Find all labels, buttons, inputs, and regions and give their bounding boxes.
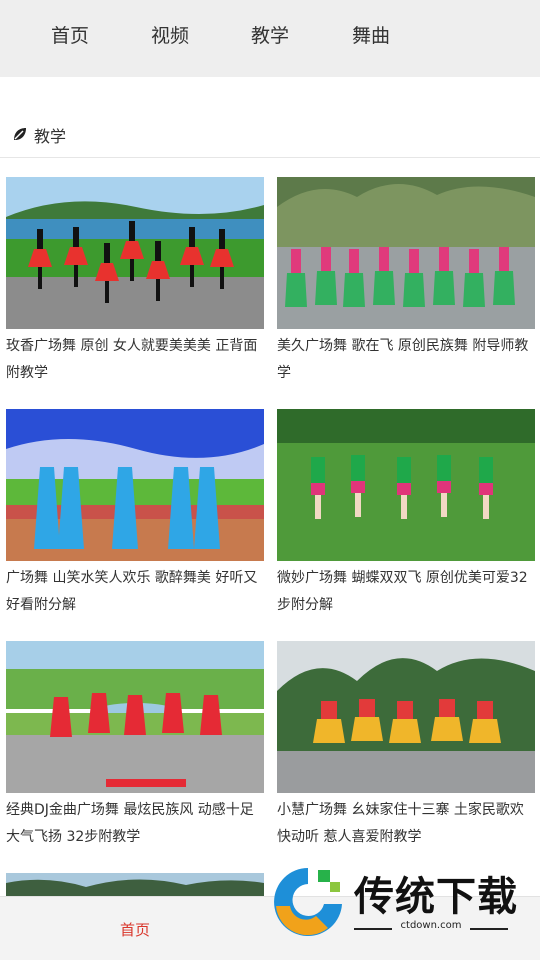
tab-video[interactable]: 视频 (151, 22, 189, 50)
video-card[interactable]: 玫香广场舞 原创 女人就要美美美 正背面附教学 (6, 177, 264, 387)
bottom-tab-home[interactable]: 首页 (120, 919, 150, 940)
video-title[interactable]: 玫香广场舞 原创 女人就要美美美 正背面附教学 (6, 333, 264, 387)
top-nav-bar: 首页 视频 教学 舞曲 (0, 0, 540, 77)
brand-logo-icon (274, 868, 342, 936)
video-title[interactable]: 小慧广场舞 幺妹家住十三寨 土家民歌欢快动听 惹人喜爱附教学 (277, 797, 535, 851)
section-title: 教学 (34, 127, 67, 146)
video-card[interactable]: 微妙广场舞 蝴蝶双双飞 原创优美可爱32步附分解 (277, 409, 535, 619)
video-title[interactable]: 微妙广场舞 蝴蝶双双飞 原创优美可爱32步附分解 (277, 565, 535, 619)
tab-music[interactable]: 舞曲 (352, 22, 390, 50)
tab-teaching[interactable]: 教学 (251, 22, 289, 50)
video-title[interactable]: 广场舞 山笑水笑人欢乐 歌醉舞美 好听又好看附分解 (6, 565, 264, 619)
watermark-brand: 传统下载 (354, 874, 518, 920)
section-header: 教学 (0, 112, 540, 158)
video-card[interactable] (6, 873, 264, 896)
video-thumbnail[interactable] (6, 177, 264, 329)
leaf-icon (14, 128, 26, 140)
video-title[interactable]: 经典DJ金曲广场舞 最炫民族风 动感十足 大气飞扬 32步附教学 (6, 797, 264, 851)
watermark-logo: 传统下载 ctdown.com (266, 862, 534, 940)
video-card[interactable]: 美久广场舞 歌在飞 原创民族舞 附导师教学 (277, 177, 535, 387)
video-thumbnail[interactable] (6, 641, 264, 793)
video-title[interactable]: 美久广场舞 歌在飞 原创民族舞 附导师教学 (277, 333, 535, 387)
video-card[interactable]: 小慧广场舞 幺妹家住十三寨 土家民歌欢快动听 惹人喜爱附教学 (277, 641, 535, 851)
video-thumbnail[interactable] (6, 873, 264, 896)
video-thumbnail[interactable] (6, 409, 264, 561)
video-thumbnail[interactable] (277, 177, 535, 329)
video-thumbnail[interactable] (277, 641, 535, 793)
video-card[interactable]: 经典DJ金曲广场舞 最炫民族风 动感十足 大气飞扬 32步附教学 (6, 641, 264, 851)
video-card[interactable]: 广场舞 山笑水笑人欢乐 歌醉舞美 好听又好看附分解 (6, 409, 264, 619)
tab-home[interactable]: 首页 (51, 22, 89, 50)
watermark-divider (470, 928, 508, 930)
video-thumbnail[interactable] (277, 409, 535, 561)
